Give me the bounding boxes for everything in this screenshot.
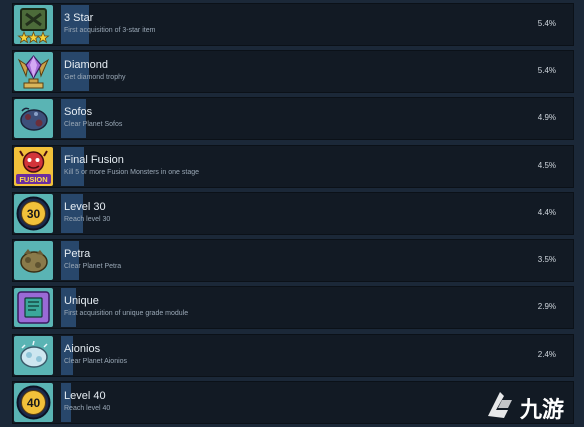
achievement-title: Final Fusion bbox=[64, 154, 124, 166]
completion-bar bbox=[61, 194, 83, 233]
achievement-row-final-fusion[interactable]: FUSION Final Fusion Kill 5 or more Fusio… bbox=[12, 145, 574, 188]
achievement-row-sofos[interactable]: Sofos Clear Planet Sofos 4.9% bbox=[12, 97, 574, 140]
completion-bar bbox=[61, 99, 86, 138]
jiuyou-watermark: 九游 bbox=[482, 386, 574, 422]
completion-bar bbox=[61, 147, 84, 186]
achievement-description: First acquisition of 3-star item bbox=[64, 27, 156, 34]
three-star-chest-icon bbox=[14, 5, 53, 44]
achievement-row-3-star[interactable]: 3 Star First acquisition of 3-star item … bbox=[12, 3, 574, 46]
completion-bar bbox=[61, 336, 73, 375]
achievement-description: Get diamond trophy bbox=[64, 74, 126, 81]
watermark-text: 九游 bbox=[520, 397, 565, 422]
achievement-title: Sofos bbox=[64, 106, 93, 118]
completion-bar bbox=[61, 5, 89, 44]
achievement-title: Petra bbox=[64, 248, 91, 260]
unique-module-icon bbox=[14, 288, 53, 327]
planet-aionios-icon bbox=[14, 336, 53, 375]
achievement-description: Clear Planet Petra bbox=[64, 263, 122, 270]
achievement-percent: 2.4% bbox=[537, 350, 556, 359]
achievement-title: Level 40 bbox=[64, 390, 106, 402]
planet-sofos-icon bbox=[14, 99, 53, 138]
completion-bar bbox=[61, 288, 76, 327]
completion-bar bbox=[61, 383, 71, 422]
completion-bar bbox=[61, 52, 89, 91]
level-30-badge-icon: 30 bbox=[14, 194, 53, 233]
achievement-percent: 3.5% bbox=[537, 255, 556, 264]
achievement-description: First acquisition of unique grade module bbox=[64, 310, 189, 317]
achievement-percent: 5.4% bbox=[537, 66, 556, 75]
jiuyou-logo-icon bbox=[488, 392, 512, 418]
achievement-row-diamond[interactable]: Diamond Get diamond trophy 5.4% bbox=[12, 50, 574, 93]
achievement-row-unique[interactable]: Unique First acquisition of unique grade… bbox=[12, 286, 574, 329]
achievement-percent: 5.4% bbox=[537, 19, 556, 28]
achievement-title: Level 30 bbox=[64, 201, 106, 213]
achievement-description: Reach level 30 bbox=[64, 216, 111, 223]
achievement-title: Diamond bbox=[64, 59, 109, 71]
achievement-description: Reach level 40 bbox=[64, 405, 111, 412]
achievement-list: 3 Star First acquisition of 3-star item … bbox=[0, 0, 584, 425]
achievement-title: 3 Star bbox=[64, 12, 94, 24]
achievement-row-petra[interactable]: Petra Clear Planet Petra 3.5% bbox=[12, 239, 574, 282]
achievement-row-aionios[interactable]: Aionios Clear Planet Aionios 2.4% bbox=[12, 334, 574, 377]
achievement-description: Clear Planet Aionios bbox=[64, 358, 128, 365]
fusion-label: FUSION bbox=[19, 175, 47, 184]
achievement-percent: 4.4% bbox=[537, 208, 556, 217]
achievement-row-level-30[interactable]: 30 Level 30 Reach level 30 4.4% bbox=[12, 192, 574, 235]
level-30-label: 30 bbox=[27, 207, 41, 221]
achievement-description: Clear Planet Sofos bbox=[64, 121, 123, 128]
diamond-trophy-icon bbox=[14, 52, 53, 91]
achievement-title: Unique bbox=[64, 295, 99, 307]
achievement-percent: 4.5% bbox=[537, 161, 556, 170]
fusion-monster-icon: FUSION bbox=[14, 147, 53, 186]
achievement-description: Kill 5 or more Fusion Monsters in one st… bbox=[64, 169, 200, 176]
achievement-title: Aionios bbox=[64, 343, 101, 355]
level-40-badge-icon: 40 bbox=[14, 383, 53, 422]
achievement-percent: 4.9% bbox=[537, 113, 556, 122]
completion-bar bbox=[61, 241, 79, 280]
achievement-percent: 2.9% bbox=[537, 302, 556, 311]
planet-petra-icon bbox=[14, 241, 53, 280]
level-40-label: 40 bbox=[27, 396, 41, 410]
